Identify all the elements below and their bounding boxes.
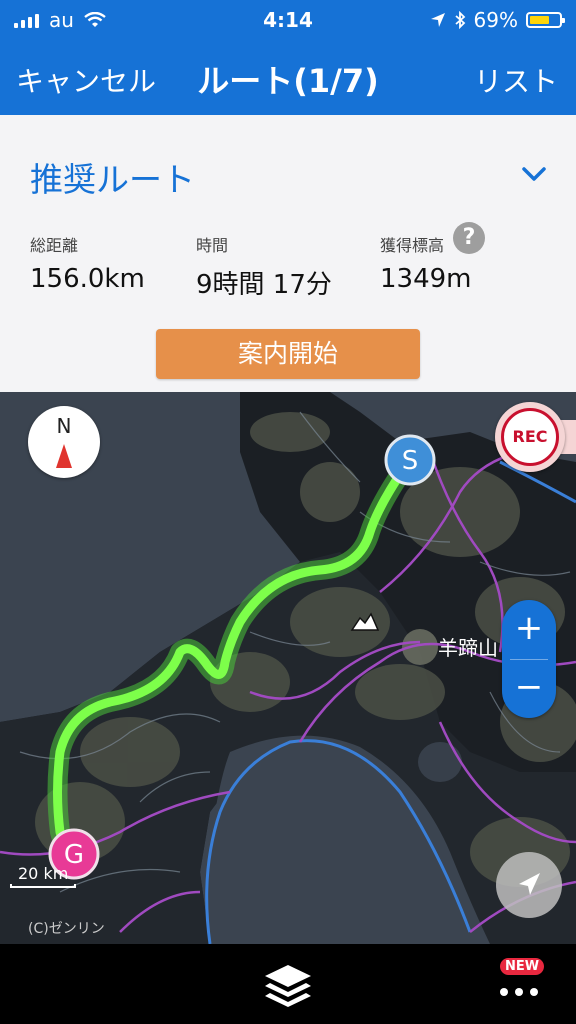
list-button[interactable]: リスト <box>474 60 558 100</box>
stat-time: 時間 9時間 17分 <box>196 232 332 301</box>
start-marker: S <box>402 446 419 476</box>
new-badge: NEW <box>500 958 545 975</box>
location-arrow-icon <box>430 13 445 27</box>
bluetooth-icon <box>454 11 465 29</box>
stat-value: 156.0km <box>30 264 145 294</box>
record-button[interactable]: REC <box>495 402 565 472</box>
map-copyright: (C)ゼンリン <box>28 921 105 937</box>
more-dots-icon <box>500 988 538 996</box>
battery-icon <box>526 12 565 28</box>
route-name[interactable]: 推奨ルート <box>30 153 195 201</box>
scale-label: 20 km <box>18 864 69 883</box>
help-icon[interactable]: ? <box>453 222 485 254</box>
stat-label: 時間 <box>196 236 229 255</box>
scale-line <box>10 884 76 888</box>
map-terrain: S G <box>0 392 576 944</box>
compass-needle-icon <box>56 444 72 468</box>
stat-distance: 総距離 156.0km <box>30 232 145 294</box>
bottom-bar: NEW <box>0 944 576 1024</box>
layers-icon <box>265 965 311 1007</box>
cancel-button[interactable]: キャンセル <box>16 60 156 100</box>
top-bar: au 4:14 69% キャンセル ルート(1/7) リスト <box>0 0 576 115</box>
scale-bar: 20 km <box>10 864 78 890</box>
layers-button[interactable] <box>261 962 315 1010</box>
more-button[interactable]: NEW <box>496 958 548 1010</box>
status-bar: au 4:14 69% <box>0 0 576 40</box>
map-view[interactable]: S G 羊蹄山 N REC + − 20 km (C)ゼンリン <box>0 392 576 944</box>
stat-value: 9時間 17分 <box>196 270 332 300</box>
zoom-in-button[interactable]: + <box>502 600 556 659</box>
battery-percent: 69% <box>473 8 518 32</box>
current-location-button[interactable] <box>496 852 562 918</box>
route-panel: 推奨ルート 総距離 156.0km 時間 9時間 17分 獲得標高 1349m … <box>0 115 576 392</box>
chevron-down-icon[interactable] <box>520 160 548 188</box>
peak-label: 羊蹄山 <box>438 636 498 660</box>
compass-button[interactable]: N <box>28 406 100 478</box>
zoom-out-button[interactable]: − <box>502 659 556 718</box>
location-arrow-icon <box>519 873 540 895</box>
record-label: REC <box>501 408 559 466</box>
stat-value: 1349m <box>380 264 472 294</box>
stat-label: 総距離 <box>30 236 79 255</box>
zoom-control: + − <box>502 600 556 718</box>
start-navigation-button[interactable]: 案内開始 <box>156 329 420 379</box>
navigation-bar: キャンセル ルート(1/7) リスト <box>0 48 576 108</box>
compass-north-label: N <box>56 414 72 438</box>
